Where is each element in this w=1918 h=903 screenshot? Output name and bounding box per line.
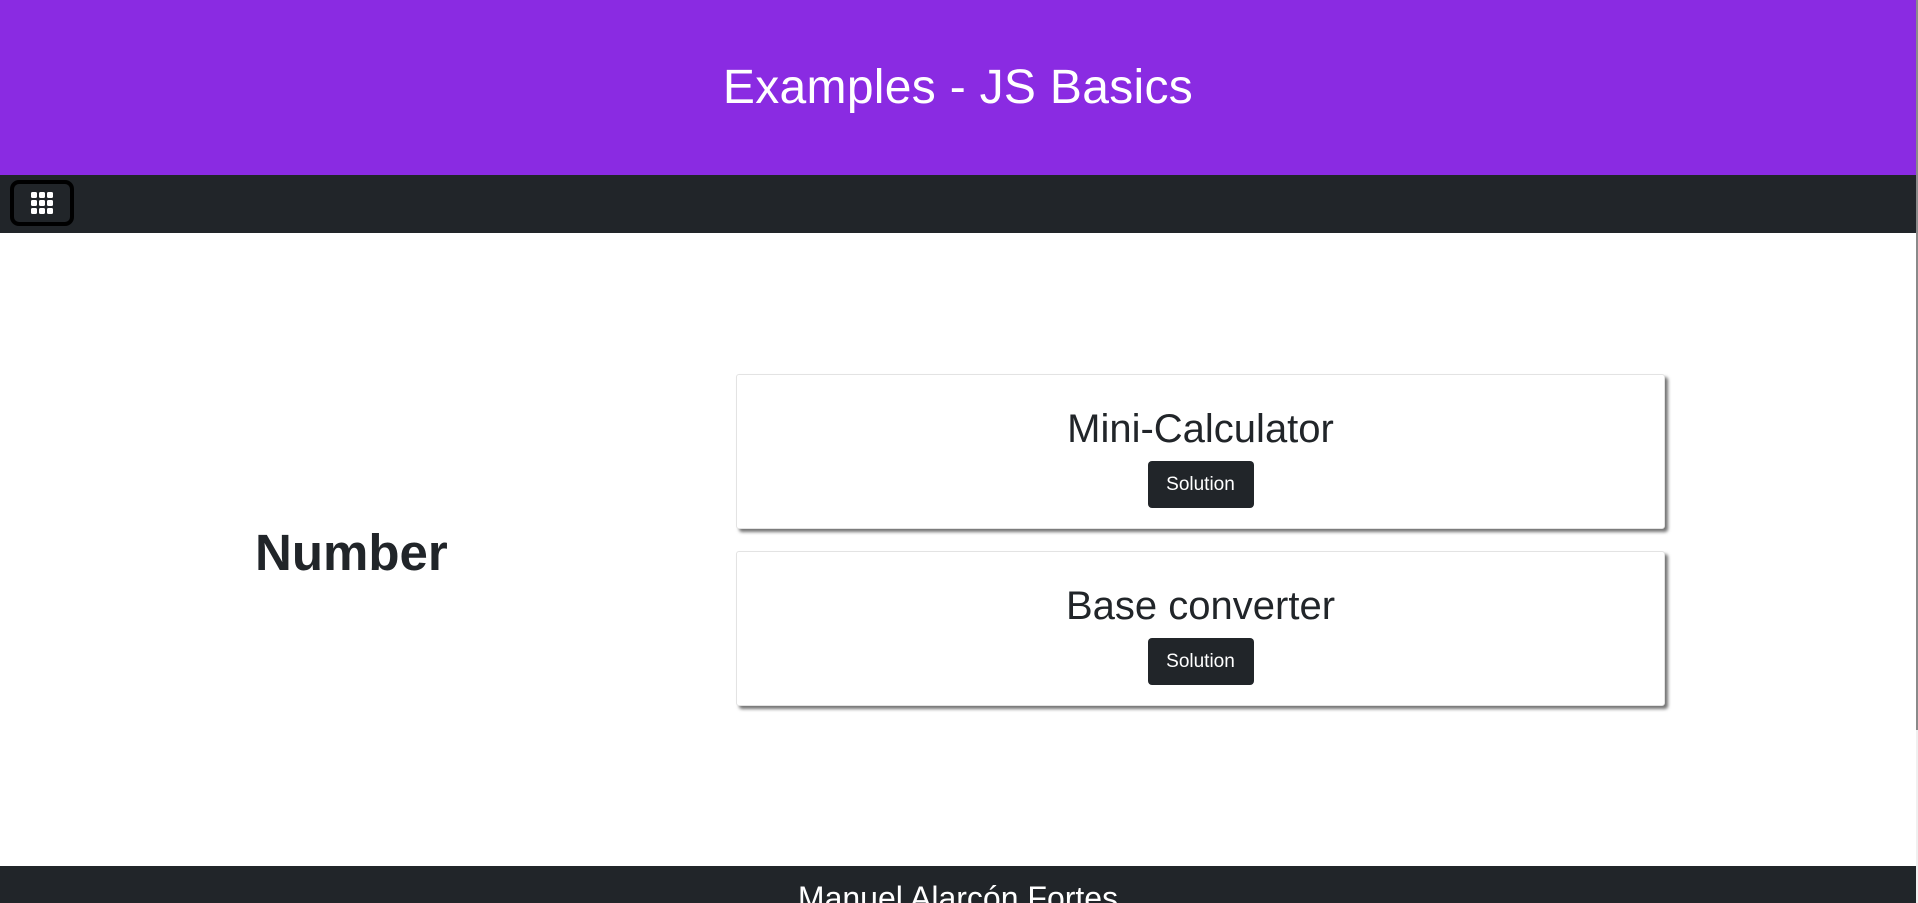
- solution-button[interactable]: Solution: [1147, 461, 1254, 508]
- page-header: Examples - JS Basics: [0, 0, 1916, 175]
- example-card-base-converter: Base converter Solution: [736, 551, 1665, 706]
- card-title: Base converter: [1065, 584, 1336, 628]
- page: Examples - JS Basics Number Mini-Calcula…: [0, 0, 1918, 903]
- footer-author: Manuel Alarcón Fortes: [797, 880, 1119, 903]
- page-title: Examples - JS Basics: [722, 61, 1194, 114]
- solution-button[interactable]: Solution: [1147, 638, 1254, 685]
- menu-toggle-button[interactable]: [10, 180, 74, 226]
- example-card-mini-calculator: Mini-Calculator Solution: [736, 374, 1665, 529]
- grid-icon: [31, 192, 53, 214]
- card-title: Mini-Calculator: [1067, 407, 1334, 451]
- section-title: Number: [255, 524, 448, 581]
- navbar: [0, 175, 1916, 233]
- main-content: Number Mini-Calculator Solution Base con…: [0, 233, 1916, 866]
- page-footer: Manuel Alarcón Fortes: [0, 866, 1916, 903]
